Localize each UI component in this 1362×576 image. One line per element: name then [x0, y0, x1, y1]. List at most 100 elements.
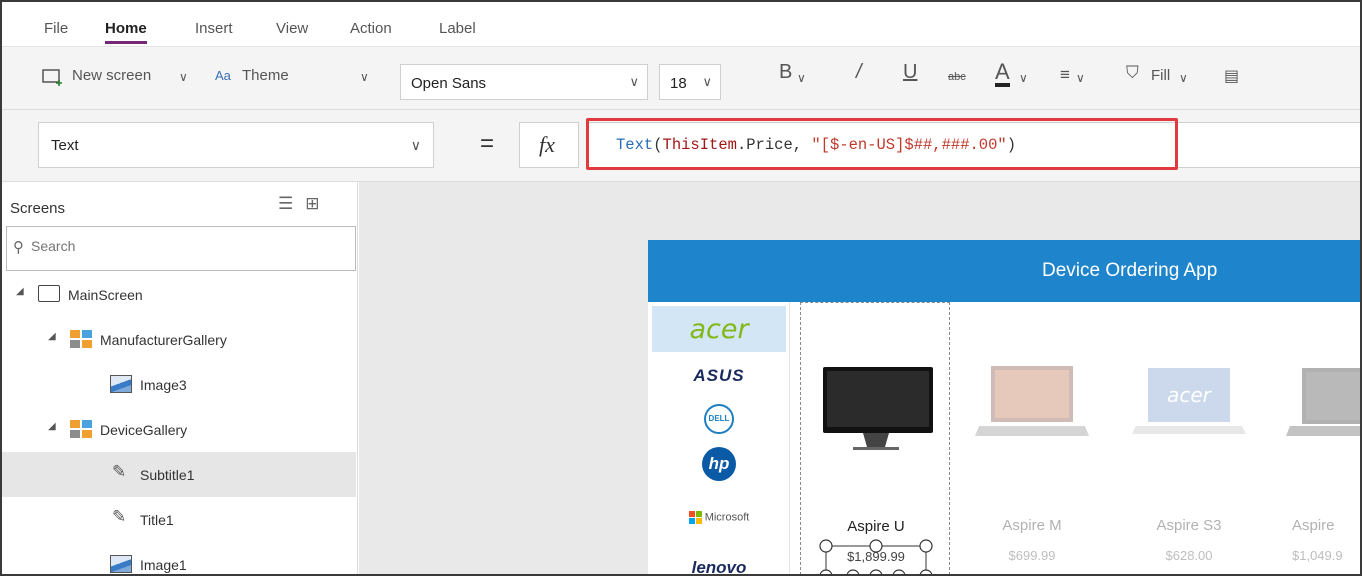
fx-icon: fx: [539, 132, 555, 157]
device-title[interactable]: Aspire M: [957, 517, 1107, 534]
tab-action[interactable]: Action: [350, 20, 392, 37]
chevron-down-icon: ∨: [702, 74, 712, 89]
selection-handles[interactable]: [819, 539, 933, 576]
search-input[interactable]: [31, 238, 331, 254]
tab-view[interactable]: View: [276, 20, 308, 37]
tab-home[interactable]: Home: [105, 20, 147, 44]
tab-insert[interactable]: Insert: [195, 20, 233, 37]
tree-node-manufacturergallery[interactable]: ◢ ManufacturerGallery: [2, 317, 356, 362]
device-gallery[interactable]: Aspire U $1,899.99 Aspire M $699.99 acer…: [800, 302, 1360, 576]
tree-node-title1[interactable]: ✎ Title1: [2, 497, 356, 542]
theme-label: Theme: [242, 67, 289, 84]
brand-logo-asus[interactable]: ASUS: [652, 366, 786, 386]
equals-sign: =: [480, 130, 495, 157]
device-price[interactable]: $699.99: [957, 548, 1107, 563]
device-price[interactable]: $628.00: [1114, 548, 1264, 563]
tree-node-mainscreen[interactable]: ◢ MainScreen: [2, 272, 356, 317]
tree-node-subtitle1[interactable]: ✎ Subtitle1: [2, 452, 356, 497]
fill-button[interactable]: Fill: [1151, 67, 1170, 84]
device-price[interactable]: $1,049.9: [1292, 548, 1343, 563]
edit-icon: ✎: [112, 462, 127, 481]
image-icon: [110, 375, 132, 393]
list-view-icon[interactable]: ☰: [278, 194, 305, 213]
device-card[interactable]: acer Aspire S3 $628.00: [1114, 302, 1264, 574]
screen-icon: [38, 285, 60, 302]
chevron-down-icon: ∨: [1179, 71, 1188, 85]
theme-icon: Aa: [215, 68, 231, 83]
chevron-down-icon: ∨: [797, 71, 806, 85]
tab-label[interactable]: Label: [439, 20, 476, 37]
chevron-down-icon: ∨: [1076, 71, 1085, 85]
brand-logo-lenovo[interactable]: lenovo: [652, 558, 786, 574]
design-canvas: Device Ordering App acer ASUS DELL hp Mi…: [359, 182, 1360, 576]
font-size-select[interactable]: 18 ∨: [659, 64, 721, 100]
formula-function: Text: [616, 136, 654, 154]
tree-node-devicegallery[interactable]: ◢ DeviceGallery: [2, 407, 356, 452]
collapse-triangle-icon[interactable]: ◢: [48, 331, 56, 342]
bold-button[interactable]: B: [779, 61, 792, 84]
device-title[interactable]: Aspire U: [801, 518, 951, 535]
tree-header: Screens: [10, 200, 66, 217]
ribbon: New screen ∨ Aa Theme ∨ Open Sans ∨ 18 ∨…: [2, 46, 1360, 110]
brand-logo-microsoft: Microsoft: [704, 511, 750, 524]
device-card[interactable]: Aspire U $1,899.99: [800, 302, 951, 576]
formula-rest: .Price,: [736, 136, 812, 154]
formula-text[interactable]: Text(ThisItem.Price, "[$-en-US]$##,###.0…: [616, 136, 1016, 154]
align-icon[interactable]: ≡: [1060, 65, 1070, 85]
app-title[interactable]: Device Ordering App: [1042, 260, 1217, 282]
brand-logo-hp: hp: [702, 447, 736, 481]
microsoft-logo-icon: [688, 511, 702, 524]
tree-node-image1[interactable]: Image1: [2, 542, 356, 574]
collapse-triangle-icon[interactable]: ◢: [16, 286, 24, 297]
tree-node-label: MainScreen: [68, 287, 143, 303]
formula-paren-open: (: [653, 136, 663, 154]
underline-button[interactable]: U: [903, 61, 917, 84]
font-family-value: Open Sans: [411, 75, 487, 92]
tree-node-label: Image3: [140, 377, 187, 393]
grid-view-icon[interactable]: ⊞: [305, 194, 331, 213]
font-color-button[interactable]: A: [995, 61, 1010, 87]
brand-logo-dell-wrap[interactable]: DELL: [652, 404, 786, 434]
chevron-down-icon: ∨: [629, 74, 639, 89]
new-screen-label: New screen: [72, 67, 152, 84]
device-image: [823, 367, 933, 450]
brand-logo-microsoft-wrap[interactable]: Microsoft: [652, 511, 786, 524]
tree-node-label: ManufacturerGallery: [100, 332, 227, 348]
manufacturer-gallery[interactable]: acer ASUS DELL hp Microsoft lenovo: [648, 302, 790, 574]
font-family-select[interactable]: Open Sans ∨: [400, 64, 648, 100]
formula-bar: Text ∨ = fx Text(ThisItem.Price, "[$-en-…: [2, 110, 1360, 182]
formula-string: "[$-en-US]$##,###.00": [811, 136, 1007, 154]
function-button[interactable]: fx: [519, 122, 579, 168]
tree-node-label: DeviceGallery: [100, 422, 188, 438]
device-card[interactable]: Aspire $1,049.9: [1270, 302, 1360, 574]
border-icon[interactable]: ▤: [1224, 66, 1239, 86]
search-icon: ⚲: [13, 239, 24, 256]
tab-file[interactable]: File: [44, 20, 68, 37]
tree-node-label: Image1: [140, 557, 187, 573]
device-title[interactable]: Aspire: [1292, 517, 1335, 534]
device-card[interactable]: Aspire M $699.99: [957, 302, 1107, 574]
tree-node-image3[interactable]: Image3: [2, 362, 356, 407]
strikethrough-button[interactable]: abc: [948, 71, 966, 83]
chevron-down-icon: ∨: [179, 70, 188, 84]
font-size-value: 18: [670, 75, 687, 92]
collapse-triangle-icon[interactable]: ◢: [48, 421, 56, 432]
search-box: ⚲: [6, 226, 356, 271]
brand-logo-hp-wrap[interactable]: hp: [652, 447, 786, 483]
device-title[interactable]: Aspire S3: [1114, 517, 1264, 534]
tree-node-label: Subtitle1: [140, 467, 195, 483]
view-toggle: ☰⊞: [278, 194, 332, 214]
brand-logo-dell: DELL: [704, 404, 734, 434]
app-preview: Device Ordering App acer ASUS DELL hp Mi…: [648, 240, 1360, 576]
chevron-down-icon: ∨: [1019, 71, 1028, 85]
svg-text:acer: acer: [1167, 383, 1213, 407]
gallery-icon: [70, 420, 92, 438]
menu-bar: File Home Insert View Action Label: [2, 2, 1360, 46]
italic-button[interactable]: /: [856, 61, 862, 84]
brand-logo-acer[interactable]: acer: [652, 306, 786, 352]
edit-icon: ✎: [112, 507, 127, 526]
formula-object: ThisItem: [662, 136, 737, 154]
property-select[interactable]: Text ∨: [38, 122, 434, 168]
chevron-down-icon: ∨: [410, 137, 421, 153]
gallery-icon: [70, 330, 92, 348]
